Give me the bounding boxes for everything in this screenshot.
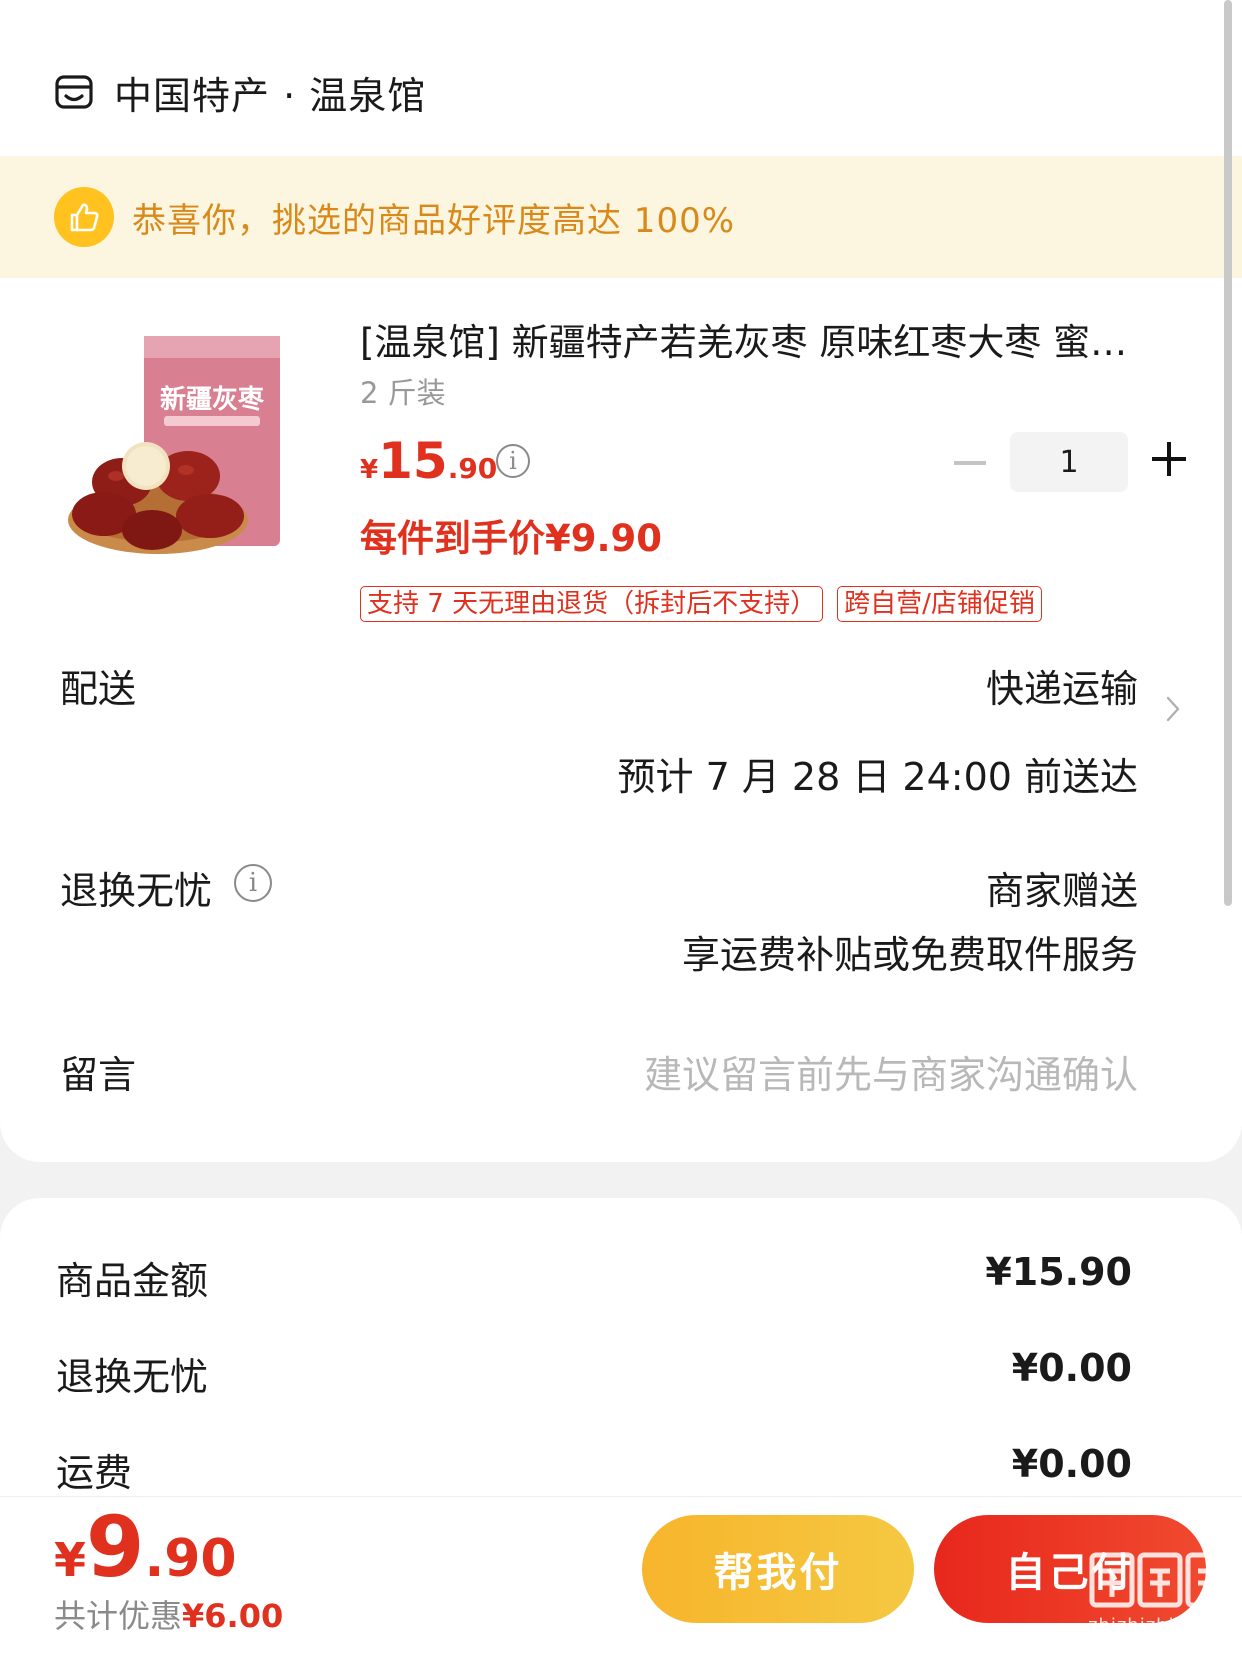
price-decimal: .90 [447, 452, 498, 485]
summary-value-shipping: ¥0.00 [1011, 1442, 1132, 1486]
summary-label-shipping: 运费 [56, 1451, 133, 1495]
checkout-bar: ¥ 9 .90 共计优惠¥6.00 帮我付 自己付 zhizhizhi.com [0, 1496, 1242, 1646]
price-symbol: ¥ [360, 455, 379, 485]
summary-label-returns: 退换无忧 [56, 1355, 209, 1399]
promotion-tag: 跨自营/店铺促销 [837, 586, 1042, 622]
summary-value-goods: ¥15.90 [985, 1250, 1132, 1294]
product-spec[interactable]: 2 斤装 [360, 370, 446, 412]
discount-label: 共计优惠 [54, 1597, 183, 1635]
total-symbol: ¥ [54, 1533, 87, 1587]
shop-name: 中国特产 · 温泉馆 [114, 73, 427, 118]
summary-value-returns: ¥0.00 [1011, 1346, 1132, 1390]
quantity-increase-button[interactable] [1152, 442, 1186, 476]
discount-value: ¥6.00 [182, 1597, 284, 1635]
total-discount: 共计优惠¥6.00 [54, 1591, 283, 1637]
shop-header[interactable]: 中国特产 · 温泉馆 [54, 62, 426, 122]
summary-label-goods: 商品金额 [56, 1259, 209, 1303]
help-pay-button[interactable]: 帮我付 [642, 1515, 914, 1623]
total-integer: 9 [86, 1498, 145, 1596]
shop-icon [55, 75, 93, 109]
return-policy-tag: 支持 7 天无理由退货（拆封后不支持） [360, 586, 824, 622]
chevron-right-icon[interactable] [1166, 696, 1180, 722]
product-tags: 支持 7 天无理由退货（拆封后不支持） 跨自营/店铺促销 [360, 586, 1042, 622]
unit-price: 每件到手价¥9.90 [360, 517, 663, 560]
banner-text: 恭喜你，挑选的商品好评度高达 100% [132, 200, 736, 241]
scrollbar[interactable] [1224, 0, 1232, 906]
package-label: 新疆灰枣 [160, 384, 265, 415]
total-decimal: .90 [144, 1529, 237, 1589]
returns-value: 商家赠送 [985, 869, 1138, 913]
order-card: 中国特产 · 温泉馆 恭喜你，挑选的商品好评度高达 100% 新疆灰枣 [温泉馆… [0, 0, 1242, 1162]
watermark-text: zhizhizhi.com [1088, 1615, 1223, 1636]
product-title[interactable]: [温泉馆] 新疆特产若羌灰枣 原味红枣大枣 蜜… [360, 312, 1180, 366]
price-integer: 15 [378, 432, 448, 490]
rating-banner: 恭喜你，挑选的商品好评度高达 100% [0, 156, 1242, 278]
message-label: 留言 [60, 1053, 137, 1097]
product-price: ¥ 15 .90 [360, 432, 497, 490]
product-image[interactable]: 新疆灰枣 [60, 330, 330, 580]
returns-detail: 享运费补贴或免费取件服务 [681, 933, 1138, 977]
message-input[interactable]: 建议留言前先与商家沟通确认 [644, 1044, 1138, 1099]
delivery-eta: 预计 7 月 28 日 24:00 前送达 [617, 755, 1138, 799]
delivery-method[interactable]: 快递运输 [986, 658, 1138, 713]
returns-info-icon[interactable]: i [234, 864, 272, 902]
price-info-icon[interactable]: i [496, 444, 530, 478]
delivery-label: 配送 [60, 667, 137, 711]
quantity-decrease-button[interactable] [954, 461, 986, 465]
returns-label: 退换无忧 [60, 869, 213, 913]
total-price: ¥ 9 .90 [54, 1505, 237, 1589]
thumbs-up-icon [54, 187, 114, 247]
quantity-input[interactable]: 1 [1010, 432, 1128, 492]
